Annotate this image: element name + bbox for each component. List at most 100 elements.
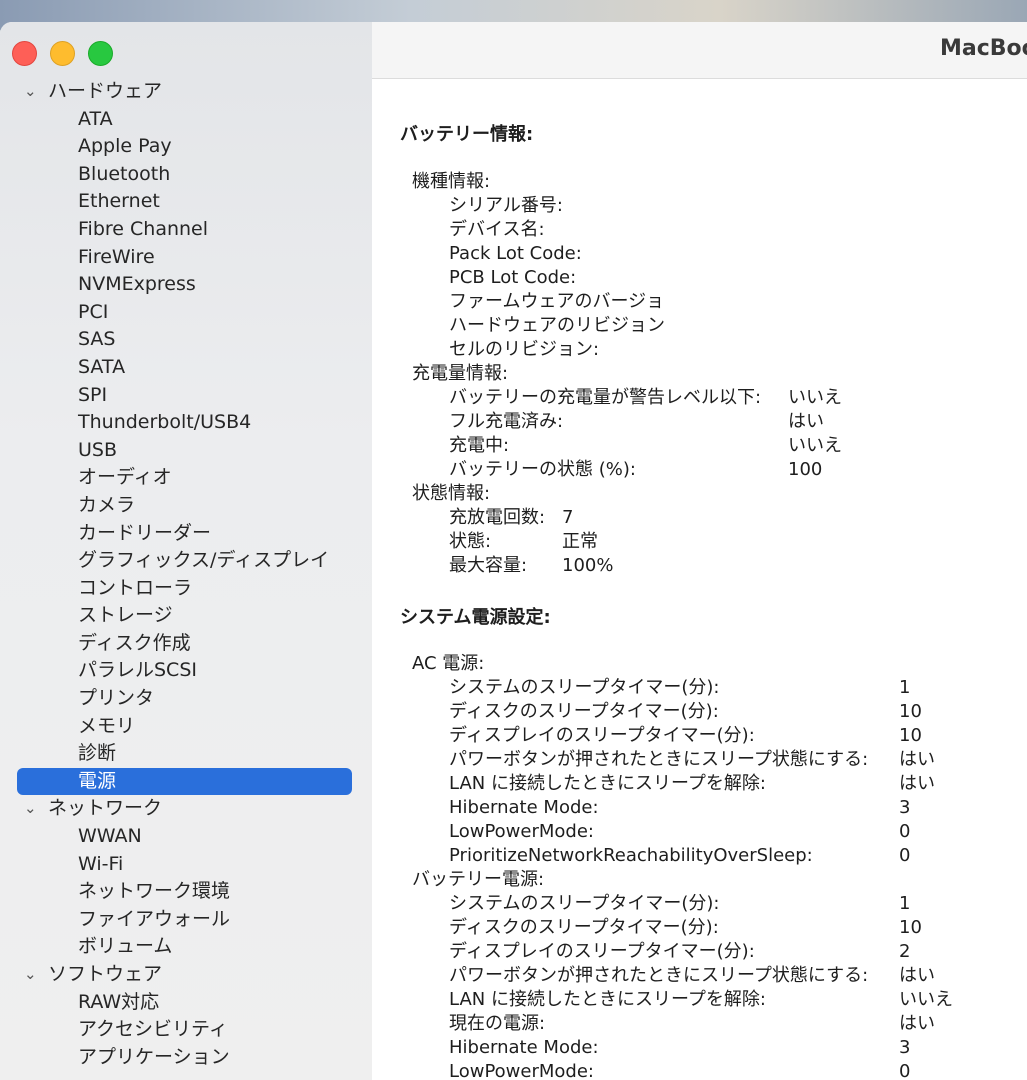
sidebar-item-label: ソフトウェア: [48, 963, 163, 985]
battery-info-heading: バッテリー情報:: [400, 124, 534, 145]
setting-label: Hibernate Mode:: [449, 1037, 599, 1058]
sidebar-item-label: パラレルSCSI: [78, 659, 197, 682]
sidebar-item-label: 電源: [78, 769, 117, 792]
sidebar-item[interactable]: パラレルSCSI: [0, 657, 372, 685]
sidebar-item-label: PCI: [78, 300, 109, 323]
fully-charged-label: フル充電済み:: [449, 411, 564, 432]
sidebar-item-label: SATA: [78, 355, 126, 378]
setting-label: システムのスリープタイマー(分):: [449, 893, 720, 914]
sidebar-item[interactable]: アプリケーション: [0, 1044, 372, 1072]
sidebar-item[interactable]: Thunderbolt/USB4: [0, 409, 372, 437]
sidebar-item[interactable]: ネットワーク環境: [0, 878, 372, 906]
sidebar-item[interactable]: ディスク作成: [0, 630, 372, 658]
window-controls: [12, 41, 113, 66]
sidebar-item[interactable]: Bluetooth: [0, 161, 372, 189]
sidebar-item[interactable]: コントローラ: [0, 575, 372, 603]
model-info-heading: 機種情報:: [412, 171, 491, 192]
pack-lot-label: Pack Lot Code:: [449, 243, 582, 264]
cycle-count-value: 7: [562, 507, 574, 528]
health-info-heading: 状態情報:: [412, 483, 491, 504]
sidebar-item-label: コントローラ: [78, 576, 193, 599]
sidebar-item[interactable]: SPI: [0, 382, 372, 410]
sidebar-item[interactable]: RAW対応: [0, 989, 372, 1017]
sidebar-item[interactable]: WWAN: [0, 823, 372, 851]
sidebar-item[interactable]: Fibre Channel: [0, 216, 372, 244]
sidebar-item[interactable]: オーディオ: [0, 464, 372, 492]
sidebar-item[interactable]: 診断: [0, 740, 372, 768]
setting-value: いいえ: [899, 989, 953, 1010]
sidebar-item-label: アクセシビリティ: [78, 1018, 228, 1041]
setting-value: はい: [899, 773, 935, 794]
sidebar-item-label: ディスク作成: [78, 631, 191, 654]
setting-label: LowPowerMode:: [449, 821, 594, 842]
sidebar-item-label: ネットワーク環境: [78, 880, 231, 903]
window-title: MacBoo: [940, 36, 1027, 61]
sidebar-item-label: NVMExpress: [78, 273, 196, 296]
sidebar-item[interactable]: Ethernet: [0, 188, 372, 216]
ac-power-heading: AC 電源:: [412, 653, 485, 674]
setting-value: 2: [899, 941, 911, 962]
sidebar-item-label: オーディオ: [78, 466, 172, 489]
chevron-down-icon[interactable]: ⌄: [24, 961, 37, 989]
sidebar-item[interactable]: ストレージ: [0, 602, 372, 630]
close-button[interactable]: [12, 41, 37, 66]
chevron-down-icon[interactable]: ⌄: [24, 795, 37, 823]
cell-revision-label: セルのリビジョン:: [449, 339, 600, 360]
fully-charged-value: はい: [788, 411, 824, 432]
detail-pane: バッテリー情報: 機種情報: シリアル番号: デバイス名: Pack Lot C…: [372, 79, 1027, 1080]
sidebar-item[interactable]: PCI: [0, 299, 372, 327]
setting-value: 3: [899, 1037, 911, 1058]
sidebar-item[interactable]: プリンタ: [0, 685, 372, 713]
state-percent-value: 100: [788, 459, 823, 480]
sidebar-group[interactable]: ⌄ ソフトウェア: [0, 961, 372, 989]
sidebar-item[interactable]: ボリューム: [0, 933, 372, 961]
chevron-down-icon[interactable]: ⌄: [24, 78, 37, 106]
sidebar-item[interactable]: Apple Pay: [0, 133, 372, 161]
sidebar-item-label: プリンタ: [78, 687, 155, 710]
setting-label: 現在の電源:: [449, 1013, 546, 1034]
sidebar-group[interactable]: ⌄ ネットワーク: [0, 795, 372, 823]
sidebar-item[interactable]: SAS: [0, 326, 372, 354]
sidebar-item[interactable]: FireWire: [0, 244, 372, 272]
firmware-label: ファームウェアのバージョ: [449, 291, 665, 312]
title-bar: MacBoo: [372, 22, 1027, 79]
cycle-count-label: 充放電回数:: [449, 507, 546, 528]
sidebar-group[interactable]: ⌄ ハードウェア: [0, 78, 372, 106]
sidebar-item-label: ボリューム: [78, 935, 173, 958]
state-percent-label: バッテリーの状態 (%):: [449, 459, 636, 480]
sidebar-item-label: ストレージ: [78, 604, 173, 627]
sidebar-item-label: グラフィックス/ディスプレイ: [78, 549, 330, 572]
setting-value: 10: [899, 701, 922, 722]
setting-value: 0: [899, 845, 911, 866]
system-information-window: ⌄ ハードウェア ATA Apple Pay Bluetooth Ethernet Fibr…: [0, 22, 1027, 1080]
sidebar-item[interactable]: NVMExpress: [0, 271, 372, 299]
setting-label: LowPowerMode:: [449, 1061, 594, 1080]
sidebar-item[interactable]: SATA: [0, 354, 372, 382]
setting-label: ディスプレイのスリープタイマー(分):: [449, 941, 755, 962]
sidebar-item[interactable]: USB: [0, 437, 372, 465]
sidebar-item[interactable]: ファイアウォール: [0, 906, 372, 934]
sidebar-item-label: USB: [78, 438, 118, 461]
below-warning-value: いいえ: [788, 387, 842, 408]
setting-value: 10: [899, 725, 922, 746]
setting-label: PrioritizeNetworkReachabilityOverSleep:: [449, 845, 813, 866]
setting-value: はい: [899, 965, 935, 986]
zoom-button[interactable]: [88, 41, 113, 66]
sidebar-item[interactable]: カメラ: [0, 492, 372, 520]
sidebar-item[interactable]: カードリーダー: [0, 520, 372, 548]
sidebar-item[interactable]: グラフィックス/ディスプレイ: [0, 547, 372, 575]
sidebar-item-label: カードリーダー: [78, 521, 212, 544]
sidebar-item[interactable]: メモリ: [0, 713, 372, 741]
setting-value: 0: [899, 821, 911, 842]
sidebar-item[interactable]: Wi-Fi: [0, 851, 372, 879]
setting-value: はい: [899, 1013, 935, 1034]
sidebar-item[interactable]: 電源: [17, 767, 352, 796]
charging-label: 充電中:: [449, 435, 510, 456]
sidebar-item[interactable]: アクセシビリティ: [0, 1016, 372, 1044]
sidebar-item-label: メモリ: [78, 714, 136, 737]
sidebar-item[interactable]: ATA: [0, 106, 372, 134]
sidebar-item-label: カメラ: [78, 493, 136, 516]
minimize-button[interactable]: [50, 41, 75, 66]
setting-label: Hibernate Mode:: [449, 797, 599, 818]
setting-value: 10: [899, 917, 922, 938]
